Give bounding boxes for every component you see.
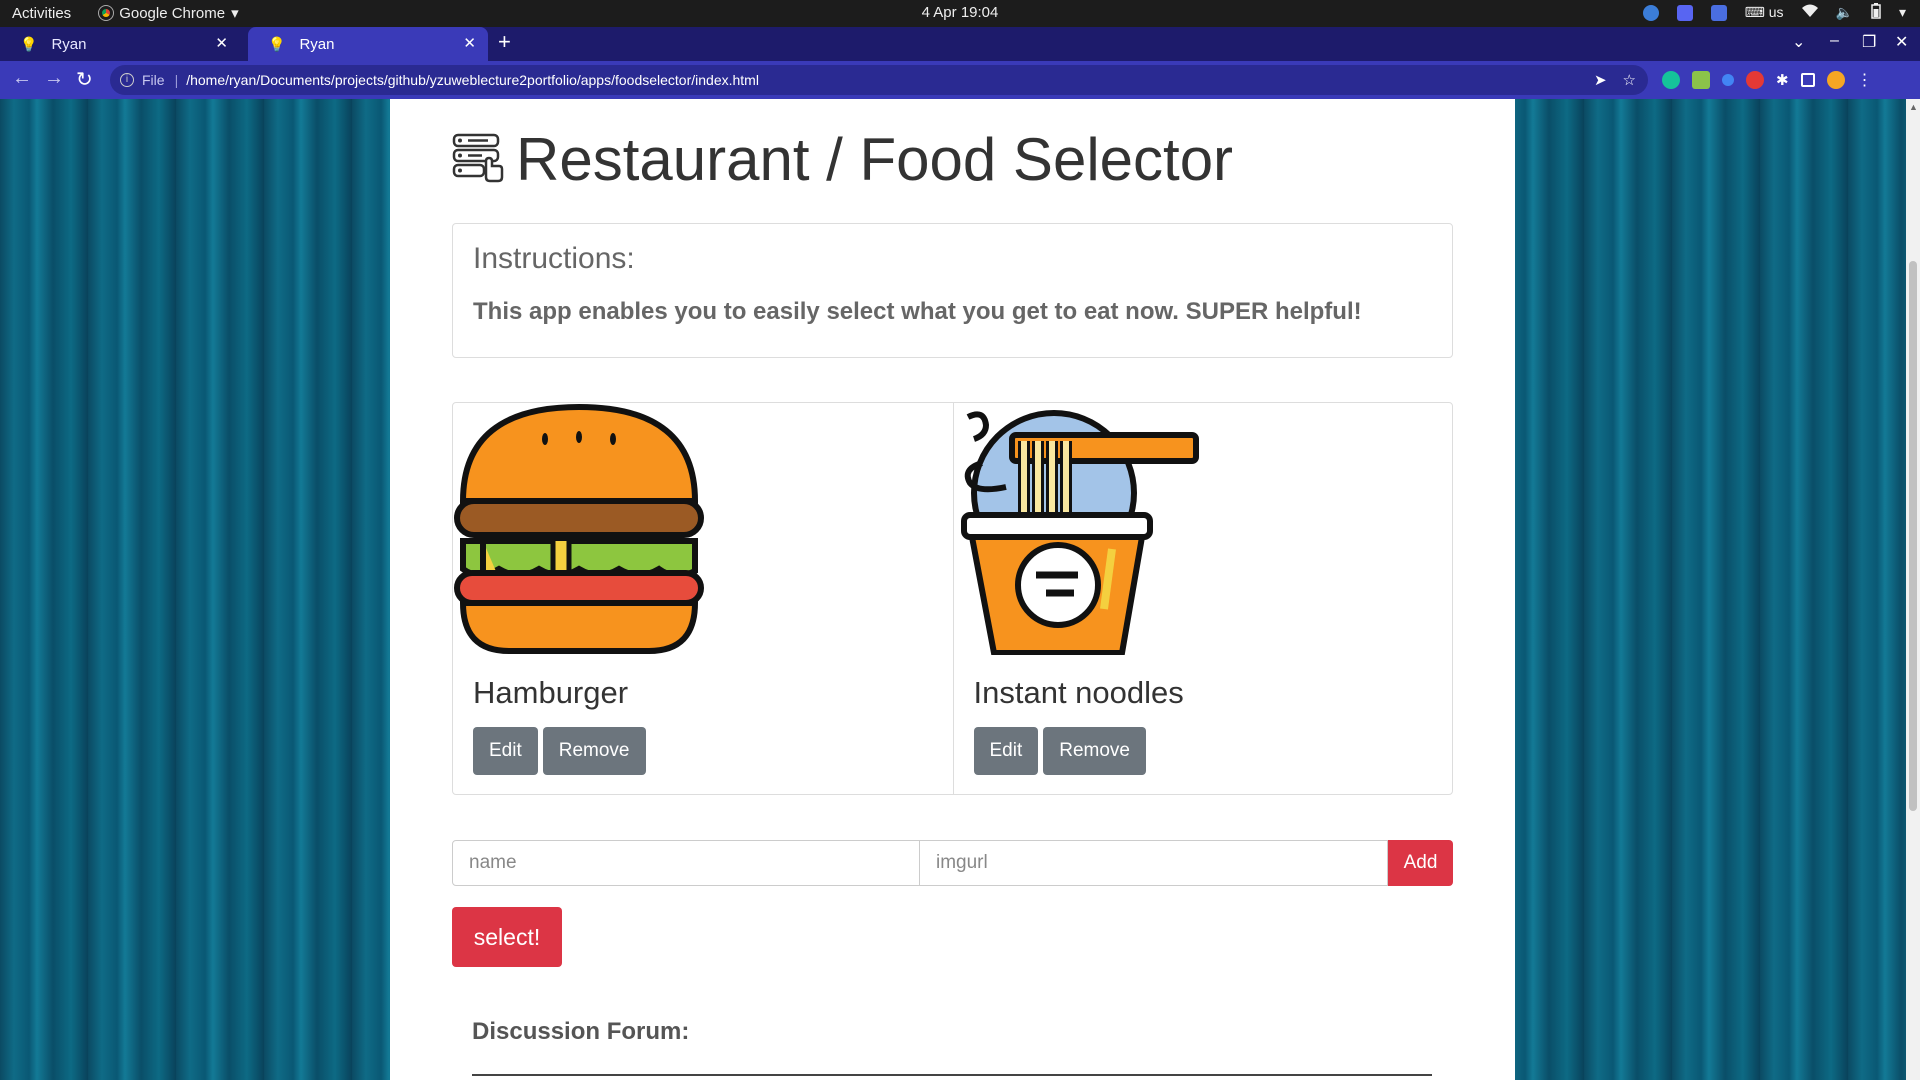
- edit-button[interactable]: Edit: [473, 727, 538, 775]
- close-tab-icon[interactable]: ✕: [463, 34, 476, 52]
- page-viewport: Restaurant / Food Selector Instructions:…: [0, 99, 1920, 1080]
- close-window-icon[interactable]: ✕: [1895, 32, 1908, 52]
- caret-down-icon: ▾: [231, 5, 239, 22]
- select-button[interactable]: select!: [452, 907, 562, 967]
- food-name: Hamburger: [473, 675, 629, 710]
- back-arrow-icon[interactable]: ←: [12, 67, 32, 90]
- volume-icon[interactable]: 🔈: [1836, 4, 1853, 21]
- lightbulb-favicon-icon: 💡: [20, 35, 38, 52]
- remove-button[interactable]: Remove: [542, 727, 646, 775]
- tab-title: Ryan: [51, 35, 87, 53]
- edit-button[interactable]: Edit: [973, 727, 1039, 775]
- instructions-panel: Instructions: This app enables you to ea…: [452, 223, 1453, 358]
- hamburger-icon: [454, 403, 704, 654]
- keyboard-layout[interactable]: ⌨ us: [1745, 4, 1784, 21]
- address-bar[interactable]: i File | /home/ryan/Documents/projects/g…: [110, 65, 1648, 95]
- page-header: Restaurant / Food Selector: [452, 119, 1453, 199]
- extension-icon[interactable]: [1722, 74, 1734, 86]
- bookmark-star-icon[interactable]: ☆: [1623, 71, 1636, 89]
- app-menu-label: Google Chrome: [119, 4, 226, 22]
- forward-arrow-icon[interactable]: →: [44, 67, 64, 90]
- extension-s-icon[interactable]: [1746, 71, 1764, 89]
- info-icon[interactable]: i: [120, 73, 134, 87]
- scheme-label: File: [142, 72, 165, 88]
- scroll-up-arrow-icon[interactable]: ▲: [1909, 102, 1918, 112]
- tab-search-chevron-icon[interactable]: ⌄: [1792, 32, 1805, 52]
- chevron-down-icon[interactable]: ▾: [1899, 4, 1906, 21]
- browser-tab[interactable]: 💡 Ryan ✕: [0, 27, 240, 61]
- battery-icon[interactable]: [1871, 3, 1881, 22]
- discord-icon[interactable]: [1676, 4, 1693, 21]
- food-name: Instant noodles: [973, 675, 1184, 710]
- kebab-menu-icon[interactable]: ⋮: [1857, 70, 1873, 90]
- side-panel-icon[interactable]: [1800, 73, 1815, 87]
- instant-noodles-icon: [960, 410, 1199, 655]
- app-menu[interactable]: Google Chrome ▾: [98, 4, 239, 22]
- lightbulb-favicon-icon: 💡: [268, 35, 286, 52]
- instructions-heading: Instructions:: [473, 242, 635, 275]
- reload-icon[interactable]: ↻: [76, 67, 93, 92]
- clock[interactable]: 4 Apr 19:04: [922, 4, 999, 21]
- activities-button[interactable]: Activities: [12, 5, 71, 22]
- tray-p-icon[interactable]: [1710, 4, 1727, 21]
- minimize-icon[interactable]: ‒: [1830, 32, 1839, 50]
- tray-app-icon[interactable]: [1642, 4, 1659, 21]
- url-text[interactable]: /home/ryan/Documents/projects/github/yzu…: [186, 72, 759, 88]
- imgurl-input[interactable]: [920, 840, 1388, 886]
- system-top-bar: Activities Google Chrome ▾ 4 Apr 19:04 ⌨…: [0, 0, 1920, 27]
- food-list: Hamburger Edit Remove Instant noodles Ed…: [452, 402, 1453, 795]
- extension-icon[interactable]: [1692, 71, 1710, 89]
- chrome-icon: [98, 5, 115, 21]
- page-title: Restaurant / Food Selector: [516, 125, 1234, 193]
- food-card: Hamburger Edit Remove: [453, 403, 953, 794]
- tab-title: Ryan: [299, 35, 335, 53]
- scrollbar-thumb[interactable]: [1909, 261, 1917, 811]
- add-button[interactable]: Add: [1388, 840, 1453, 886]
- add-food-form: Add: [452, 840, 1453, 886]
- tab-strip: 💡 Ryan ✕ 💡 Ryan ✕ + ⌄ ‒ ❐ ✕: [0, 27, 1920, 61]
- discussion-forum-heading: Discussion Forum:: [472, 1018, 690, 1045]
- remove-button[interactable]: Remove: [1043, 727, 1146, 775]
- keyboard-layout-label: us: [1768, 4, 1784, 20]
- grammarly-icon[interactable]: [1662, 71, 1680, 89]
- separator: |: [174, 72, 179, 88]
- instructions-body: This app enables you to easily select wh…: [473, 298, 1362, 325]
- keyboard-icon: ⌨: [1744, 4, 1765, 20]
- browser-toolbar: ← → ↻ i File | /home/ryan/Documents/proj…: [0, 61, 1920, 99]
- close-tab-icon[interactable]: ✕: [215, 34, 228, 52]
- browser-tab-active[interactable]: 💡 Ryan ✕: [248, 27, 488, 61]
- name-input[interactable]: [452, 840, 920, 886]
- server-click-icon: [452, 131, 504, 188]
- new-tab-plus-icon[interactable]: +: [498, 29, 511, 55]
- avatar[interactable]: [1826, 71, 1845, 89]
- divider: [472, 1074, 1432, 1076]
- food-card: Instant noodles Edit Remove: [952, 403, 1453, 794]
- restore-icon[interactable]: ❐: [1862, 32, 1876, 52]
- send-icon[interactable]: ➤: [1594, 71, 1607, 89]
- page-scrollbar[interactable]: ▲: [1906, 99, 1920, 1080]
- page-container: Restaurant / Food Selector Instructions:…: [390, 99, 1515, 1080]
- wifi-icon[interactable]: [1801, 4, 1818, 21]
- puzzle-extensions-icon[interactable]: ✱: [1776, 71, 1789, 89]
